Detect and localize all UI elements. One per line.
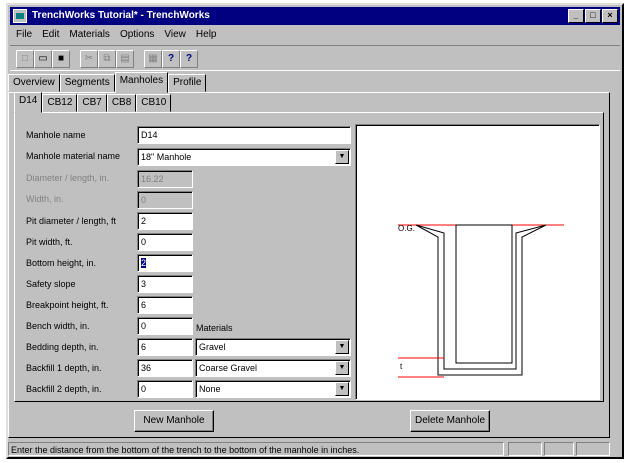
menu-bar: File Edit Materials Options View Help <box>10 27 620 43</box>
status-text: Enter the distance from the bottom of th… <box>8 442 504 456</box>
maximize-button[interactable]: □ <box>585 9 601 23</box>
manhole-detail-panel <box>14 112 604 402</box>
context-help-icon[interactable]: ? <box>180 50 198 68</box>
tab-manhole-cb10[interactable]: CB10 <box>136 94 172 112</box>
print-icon[interactable]: ▦ <box>144 50 162 68</box>
menu-file[interactable]: File <box>16 27 32 43</box>
tab-profile[interactable]: Profile <box>168 74 207 92</box>
tab-manholes[interactable]: Manholes <box>114 72 169 93</box>
status-pane-2 <box>544 442 574 456</box>
save-icon[interactable]: ■ <box>52 50 70 68</box>
menu-view[interactable]: View <box>164 27 186 43</box>
menu-edit[interactable]: Edit <box>42 27 59 43</box>
status-bar: Enter the distance from the bottom of th… <box>8 442 610 456</box>
help-icon[interactable]: ? <box>162 50 180 68</box>
tab-manhole-d14[interactable]: D14 <box>14 92 43 113</box>
tab-manhole-cb8[interactable]: CB8 <box>106 94 137 112</box>
menu-help[interactable]: Help <box>196 27 217 43</box>
status-pane-3 <box>576 442 610 456</box>
open-icon[interactable]: ▭ <box>34 50 52 68</box>
status-pane-1 <box>508 442 542 456</box>
new-icon[interactable]: □ <box>16 50 34 68</box>
paste-icon[interactable]: ▤ <box>116 50 134 68</box>
app-icon[interactable] <box>13 9 27 23</box>
tab-manhole-cb12[interactable]: CB12 <box>42 94 78 112</box>
toolbar: □ ▭ ■ ✂ ⧉ ▤ ▦ ? ? <box>10 45 620 71</box>
tab-overview[interactable]: Overview <box>8 74 60 92</box>
cut-icon[interactable]: ✂ <box>80 50 98 68</box>
menu-options[interactable]: Options <box>120 27 154 43</box>
title-bar[interactable]: TrenchWorks Tutorial* - TrenchWorks _ □ … <box>10 7 620 25</box>
copy-icon[interactable]: ⧉ <box>98 50 116 68</box>
minimize-button[interactable]: _ <box>568 9 584 23</box>
window-controls: _ □ × <box>568 9 618 23</box>
tab-segments[interactable]: Segments <box>59 74 115 92</box>
close-button[interactable]: × <box>602 9 618 23</box>
window-title: TrenchWorks Tutorial* - TrenchWorks <box>32 10 210 21</box>
menu-materials[interactable]: Materials <box>69 27 110 43</box>
tab-manhole-cb7[interactable]: CB7 <box>77 94 107 112</box>
manhole-tab-strip: D14 CB12 CB7 CB8 CB10 <box>14 92 172 113</box>
main-tab-strip: Overview Segments Manholes Profile <box>8 72 207 93</box>
